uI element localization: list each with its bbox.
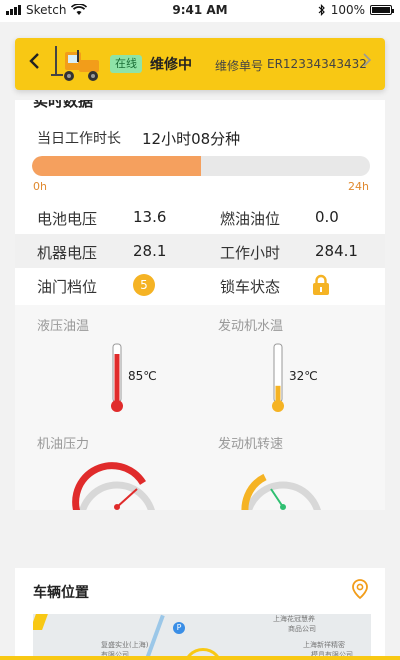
- vehicle-header-card[interactable]: 在线 维修中 维修单号 ER12334343432: [15, 38, 385, 90]
- work-progress-fill: [32, 156, 201, 176]
- location-map[interactable]: P 上海花冠慧养 商品公司 复盛实业(上海) 有限公司 上海新祥精密 模具有限公…: [33, 614, 371, 660]
- data-row-machine: 机器电压 28.1 工作小时 284.1: [15, 234, 385, 268]
- gauges-section: 液压油温 发动机水温 85℃ 32℃ 机油压力 发动机转速 230: [15, 305, 385, 510]
- work-hours-label: 工作小时: [220, 244, 281, 262]
- map-label: 复盛实业(上海): [101, 641, 149, 649]
- order-number-value: ER12334343432: [267, 57, 367, 71]
- throttle-gear-label: 油门档位: [37, 278, 98, 296]
- lock-icon: [313, 274, 329, 295]
- lock-status-label: 锁车状态: [220, 278, 281, 296]
- oil-pressure-label: 机油压力: [37, 437, 90, 452]
- hydraulic-oil-temp-label: 液压油温: [37, 319, 90, 334]
- engine-water-thermometer: [272, 343, 284, 412]
- map-label: 上海花冠慧养: [273, 615, 315, 623]
- battery-voltage-value: 13.6: [133, 208, 167, 226]
- map-road: [33, 614, 48, 630]
- bluetooth-icon: [318, 4, 325, 16]
- fuel-level-value: 0.0: [315, 208, 339, 226]
- location-pin-icon[interactable]: [349, 578, 371, 600]
- battery-icon: [370, 5, 394, 15]
- map-label: 商品公司: [288, 625, 316, 633]
- engine-speed-label: 发动机转速: [218, 437, 284, 452]
- hydraulic-thermometer: [111, 343, 123, 412]
- machine-voltage-value: 28.1: [133, 242, 167, 260]
- status-bar: Sketch 9:41 AM 100%: [0, 0, 400, 22]
- order-number-label: 维修单号: [215, 59, 264, 73]
- hydraulic-oil-temp-value: 85℃: [128, 369, 157, 383]
- realtime-data-card: 实时数据 当日工作时长 12小时08分种 0h 24h 电池电压 13.6 燃油…: [15, 100, 385, 510]
- vehicle-location-title: 车辆位置: [33, 585, 89, 601]
- maintenance-state: 维修中: [150, 57, 192, 73]
- map-river: [145, 614, 165, 660]
- progress-tick-end: 24h: [348, 180, 369, 193]
- realtime-data-title: 实时数据: [33, 100, 94, 110]
- work-today-label: 当日工作时长: [37, 131, 121, 147]
- online-status-badge: 在线: [110, 55, 142, 73]
- engine-water-temp-label: 发动机水温: [218, 319, 284, 334]
- work-hours-value: 284.1: [315, 242, 358, 260]
- progress-tick-start: 0h: [33, 180, 47, 193]
- throttle-gear-badge: 5: [133, 274, 155, 296]
- status-right: 100%: [318, 3, 394, 17]
- engine-water-temp-value: 32℃: [289, 369, 318, 383]
- chevron-right-icon[interactable]: [363, 52, 372, 71]
- fuel-level-label: 燃油油位: [220, 210, 281, 228]
- engine-speed-dial: [241, 473, 321, 510]
- oil-pressure-dial: [72, 462, 155, 510]
- battery-percent: 100%: [330, 3, 365, 17]
- machine-voltage-label: 机器电压: [37, 244, 98, 262]
- map-label: 上海新祥精密: [303, 641, 345, 649]
- work-progress-bar: [32, 156, 370, 176]
- back-arrow-icon[interactable]: [27, 51, 47, 75]
- forklift-icon: [51, 46, 99, 81]
- work-today-value: 12小时08分种: [142, 130, 241, 148]
- battery-voltage-label: 电池电压: [37, 210, 98, 228]
- data-row-voltage: 电池电压 13.6 燃油油位 0.0: [15, 200, 385, 234]
- parking-icon: P: [173, 622, 185, 634]
- bottom-accent-strip: [0, 656, 400, 660]
- vehicle-location-card[interactable]: 车辆位置 P 上海花冠慧养 商品公司 复盛实业(上海) 有限公司 上海新祥精密 …: [15, 568, 385, 660]
- data-row-throttle: 油门档位 5 锁车状态: [15, 268, 385, 302]
